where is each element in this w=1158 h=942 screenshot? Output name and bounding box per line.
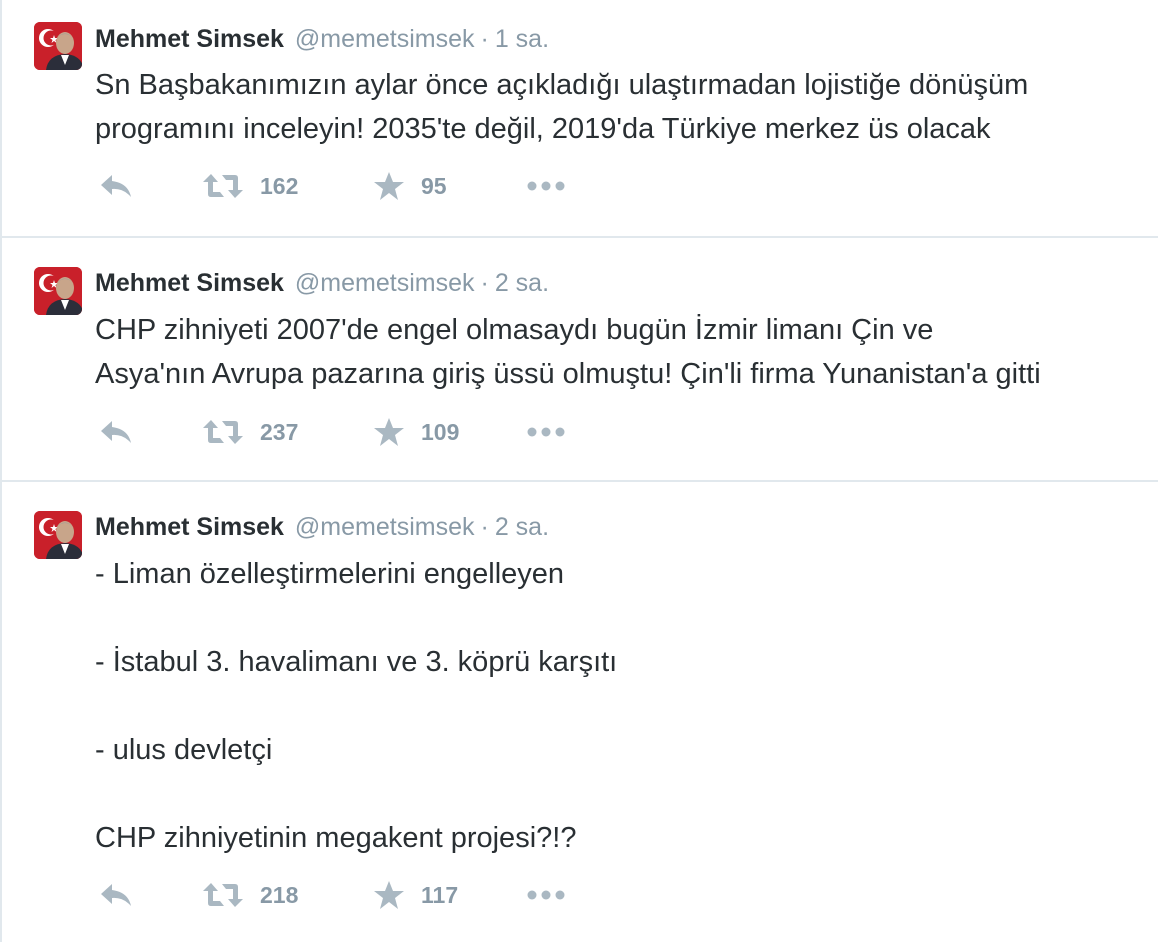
username[interactable]: @memetsimsek (295, 269, 475, 297)
timestamp[interactable]: 2 sa. (495, 513, 549, 541)
favorite-count: 95 (421, 172, 447, 199)
avatar-image (34, 511, 82, 559)
tweet-text-line: - İstabul 3. havalimanı ve 3. köprü karş… (95, 646, 618, 678)
retweet-button[interactable]: 218 (202, 875, 298, 915)
tweet-header: Mehmet Simsek @memetsimsek · 2 sa. (95, 267, 549, 299)
retweet-button[interactable]: 162 (202, 166, 298, 206)
more-icon (527, 427, 565, 437)
separator: · (480, 269, 489, 297)
tweet-text: CHP zihniyeti 2007'de engel olmasaydı bu… (95, 308, 1155, 396)
tweet-text-line: Asya'nın Avrupa pazarına giriş üssü olmu… (95, 358, 1041, 390)
retweet-count: 237 (260, 418, 299, 445)
timeline: Mehmet Simsek @memetsimsek · 1 sa. Sn Başb… (0, 0, 1158, 942)
more-button[interactable] (527, 412, 565, 452)
tweet-text: Sn Başbakanımızın aylar önce açıkladığı … (95, 63, 1155, 151)
timestamp[interactable]: 2 sa. (495, 269, 549, 297)
avatar[interactable] (34, 22, 82, 70)
tweet-text-line: CHP zihniyeti 2007'de engel olmasaydı bu… (95, 314, 934, 346)
reply-icon (101, 421, 131, 443)
star-icon (374, 881, 404, 909)
separator: · (480, 25, 489, 53)
tweet-text-line: Sn Başbakanımızın aylar önce açıkladığı … (95, 69, 1029, 101)
fullname[interactable]: Mehmet Simsek (95, 269, 284, 297)
favorite-button[interactable]: 95 (373, 166, 447, 206)
tweet-header: Mehmet Simsek @memetsimsek · 2 sa. (95, 511, 549, 543)
more-button[interactable] (527, 166, 565, 206)
star-icon (374, 418, 404, 446)
favorite-count: 117 (421, 881, 459, 908)
tweet-text: - Liman özelleştirmelerini engelleyen - … (95, 552, 1155, 860)
reply-icon (101, 175, 131, 197)
more-icon (527, 890, 565, 900)
more-button[interactable] (527, 875, 565, 915)
tweet-text-line: - Liman özelleştirmelerini engelleyen (95, 558, 565, 590)
avatar-image (34, 267, 82, 315)
tweet[interactable]: Mehmet Simsek @memetsimsek · 2 sa. - Liman… (2, 482, 1158, 942)
tweet[interactable]: Mehmet Simsek @memetsimsek · 1 sa. Sn Başb… (2, 0, 1158, 238)
avatar-image (34, 22, 82, 70)
username[interactable]: @memetsimsek (295, 513, 475, 541)
username[interactable]: @memetsimsek (295, 25, 475, 53)
favorite-button[interactable]: 109 (373, 412, 459, 452)
star-icon (374, 172, 404, 200)
reply-button[interactable] (99, 412, 133, 452)
retweet-icon (203, 420, 243, 444)
more-icon (527, 181, 565, 191)
retweet-count: 218 (260, 881, 299, 908)
timestamp[interactable]: 1 sa. (495, 25, 549, 53)
avatar[interactable] (34, 511, 82, 559)
retweet-icon (203, 174, 243, 198)
fullname[interactable]: Mehmet Simsek (95, 25, 284, 53)
reply-button[interactable] (99, 166, 133, 206)
retweet-count: 162 (260, 172, 299, 199)
tweet-header: Mehmet Simsek @memetsimsek · 1 sa. (95, 23, 549, 55)
retweet-button[interactable]: 237 (202, 412, 298, 452)
tweet[interactable]: Mehmet Simsek @memetsimsek · 2 sa. CHP zih… (2, 238, 1158, 482)
reply-button[interactable] (99, 875, 133, 915)
avatar[interactable] (34, 267, 82, 315)
favorite-count: 109 (421, 418, 460, 445)
tweet-text-line: - ulus devletçi (95, 734, 273, 766)
favorite-button[interactable]: 117 (373, 875, 458, 915)
tweet-text-line: CHP zihniyetinin megakent projesi?!? (95, 822, 577, 854)
separator: · (480, 513, 489, 541)
reply-icon (101, 884, 131, 906)
fullname[interactable]: Mehmet Simsek (95, 513, 284, 541)
tweet-text-line: programını inceleyin! 2035'te değil, 201… (95, 113, 991, 145)
retweet-icon (203, 883, 243, 907)
